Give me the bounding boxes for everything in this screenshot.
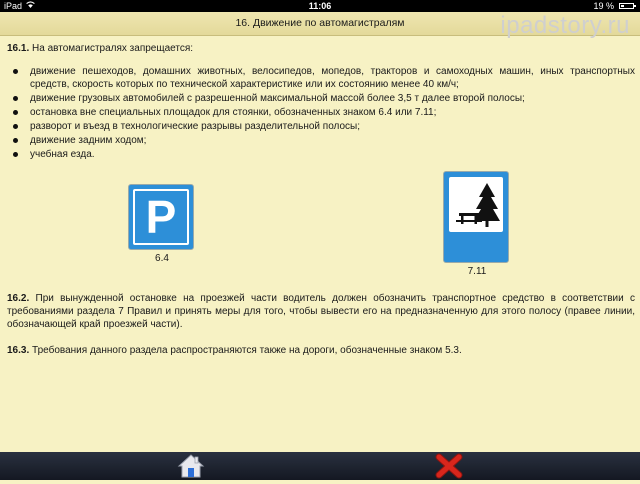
close-icon (435, 453, 463, 479)
battery-icon (619, 3, 636, 9)
rest-area-sign-icon (443, 171, 509, 263)
section-number: 16.2. (7, 293, 30, 304)
status-bar: iPad 11:06 19 % (0, 0, 640, 12)
list-item: движение пешеходов, домашних животных, в… (7, 65, 635, 91)
section-number: 16.3. (7, 345, 30, 356)
list-item: движение задним ходом; (7, 134, 635, 147)
close-button[interactable] (435, 453, 463, 479)
bullet-icon (13, 69, 18, 74)
bullet-icon (13, 138, 18, 143)
section-16-1-heading: 16.1. На автомагистралях запрещается: (7, 42, 635, 55)
title-bar: 16. Движение по автомагистралям ipadstor… (0, 12, 640, 39)
sign-7-11: 7.11 (443, 171, 511, 277)
clock: 11:06 (308, 1, 332, 11)
section-16-1: 16.1. На автомагистралях запрещается: дв… (7, 42, 635, 162)
list-item: движение грузовых автомобилей с разрешен… (7, 92, 635, 105)
bullet-icon (13, 110, 18, 115)
parking-sign-glyph: P (133, 189, 189, 245)
prohibition-list: движение пешеходов, домашних животных, в… (7, 65, 635, 161)
section-16-3: 16.3. Требования данного раздела распрос… (7, 344, 635, 357)
list-item: учебная езда. (7, 148, 635, 161)
bullet-icon (13, 96, 18, 101)
home-button[interactable] (177, 453, 205, 479)
section-number: 16.1. (7, 43, 30, 54)
battery-percent: 19 % (593, 1, 614, 11)
sign-6-4: P 6.4 (128, 184, 196, 264)
parking-sign-icon: P (128, 184, 194, 250)
list-item: остановка вне специальных площадок для с… (7, 106, 635, 119)
section-text: На автомагистралях запрещается: (32, 43, 194, 54)
sign-label: 7.11 (467, 266, 487, 277)
bullet-icon (13, 124, 18, 129)
bullet-icon (13, 152, 18, 157)
list-item: разворот и въезд в технологические разры… (7, 120, 635, 133)
section-text: При вынужденной остановке на проезжей ча… (7, 293, 635, 330)
page-title: 16. Движение по автомагистралям (235, 17, 405, 29)
home-icon (177, 454, 205, 478)
bottom-toolbar (0, 452, 640, 480)
section-text: Требования данного раздела распространяю… (32, 345, 462, 356)
section-16-2: 16.2. При вынужденной остановке на проез… (7, 292, 635, 331)
sign-label: 6.4 (155, 253, 169, 264)
watermark: ipadstory.ru (500, 12, 630, 39)
